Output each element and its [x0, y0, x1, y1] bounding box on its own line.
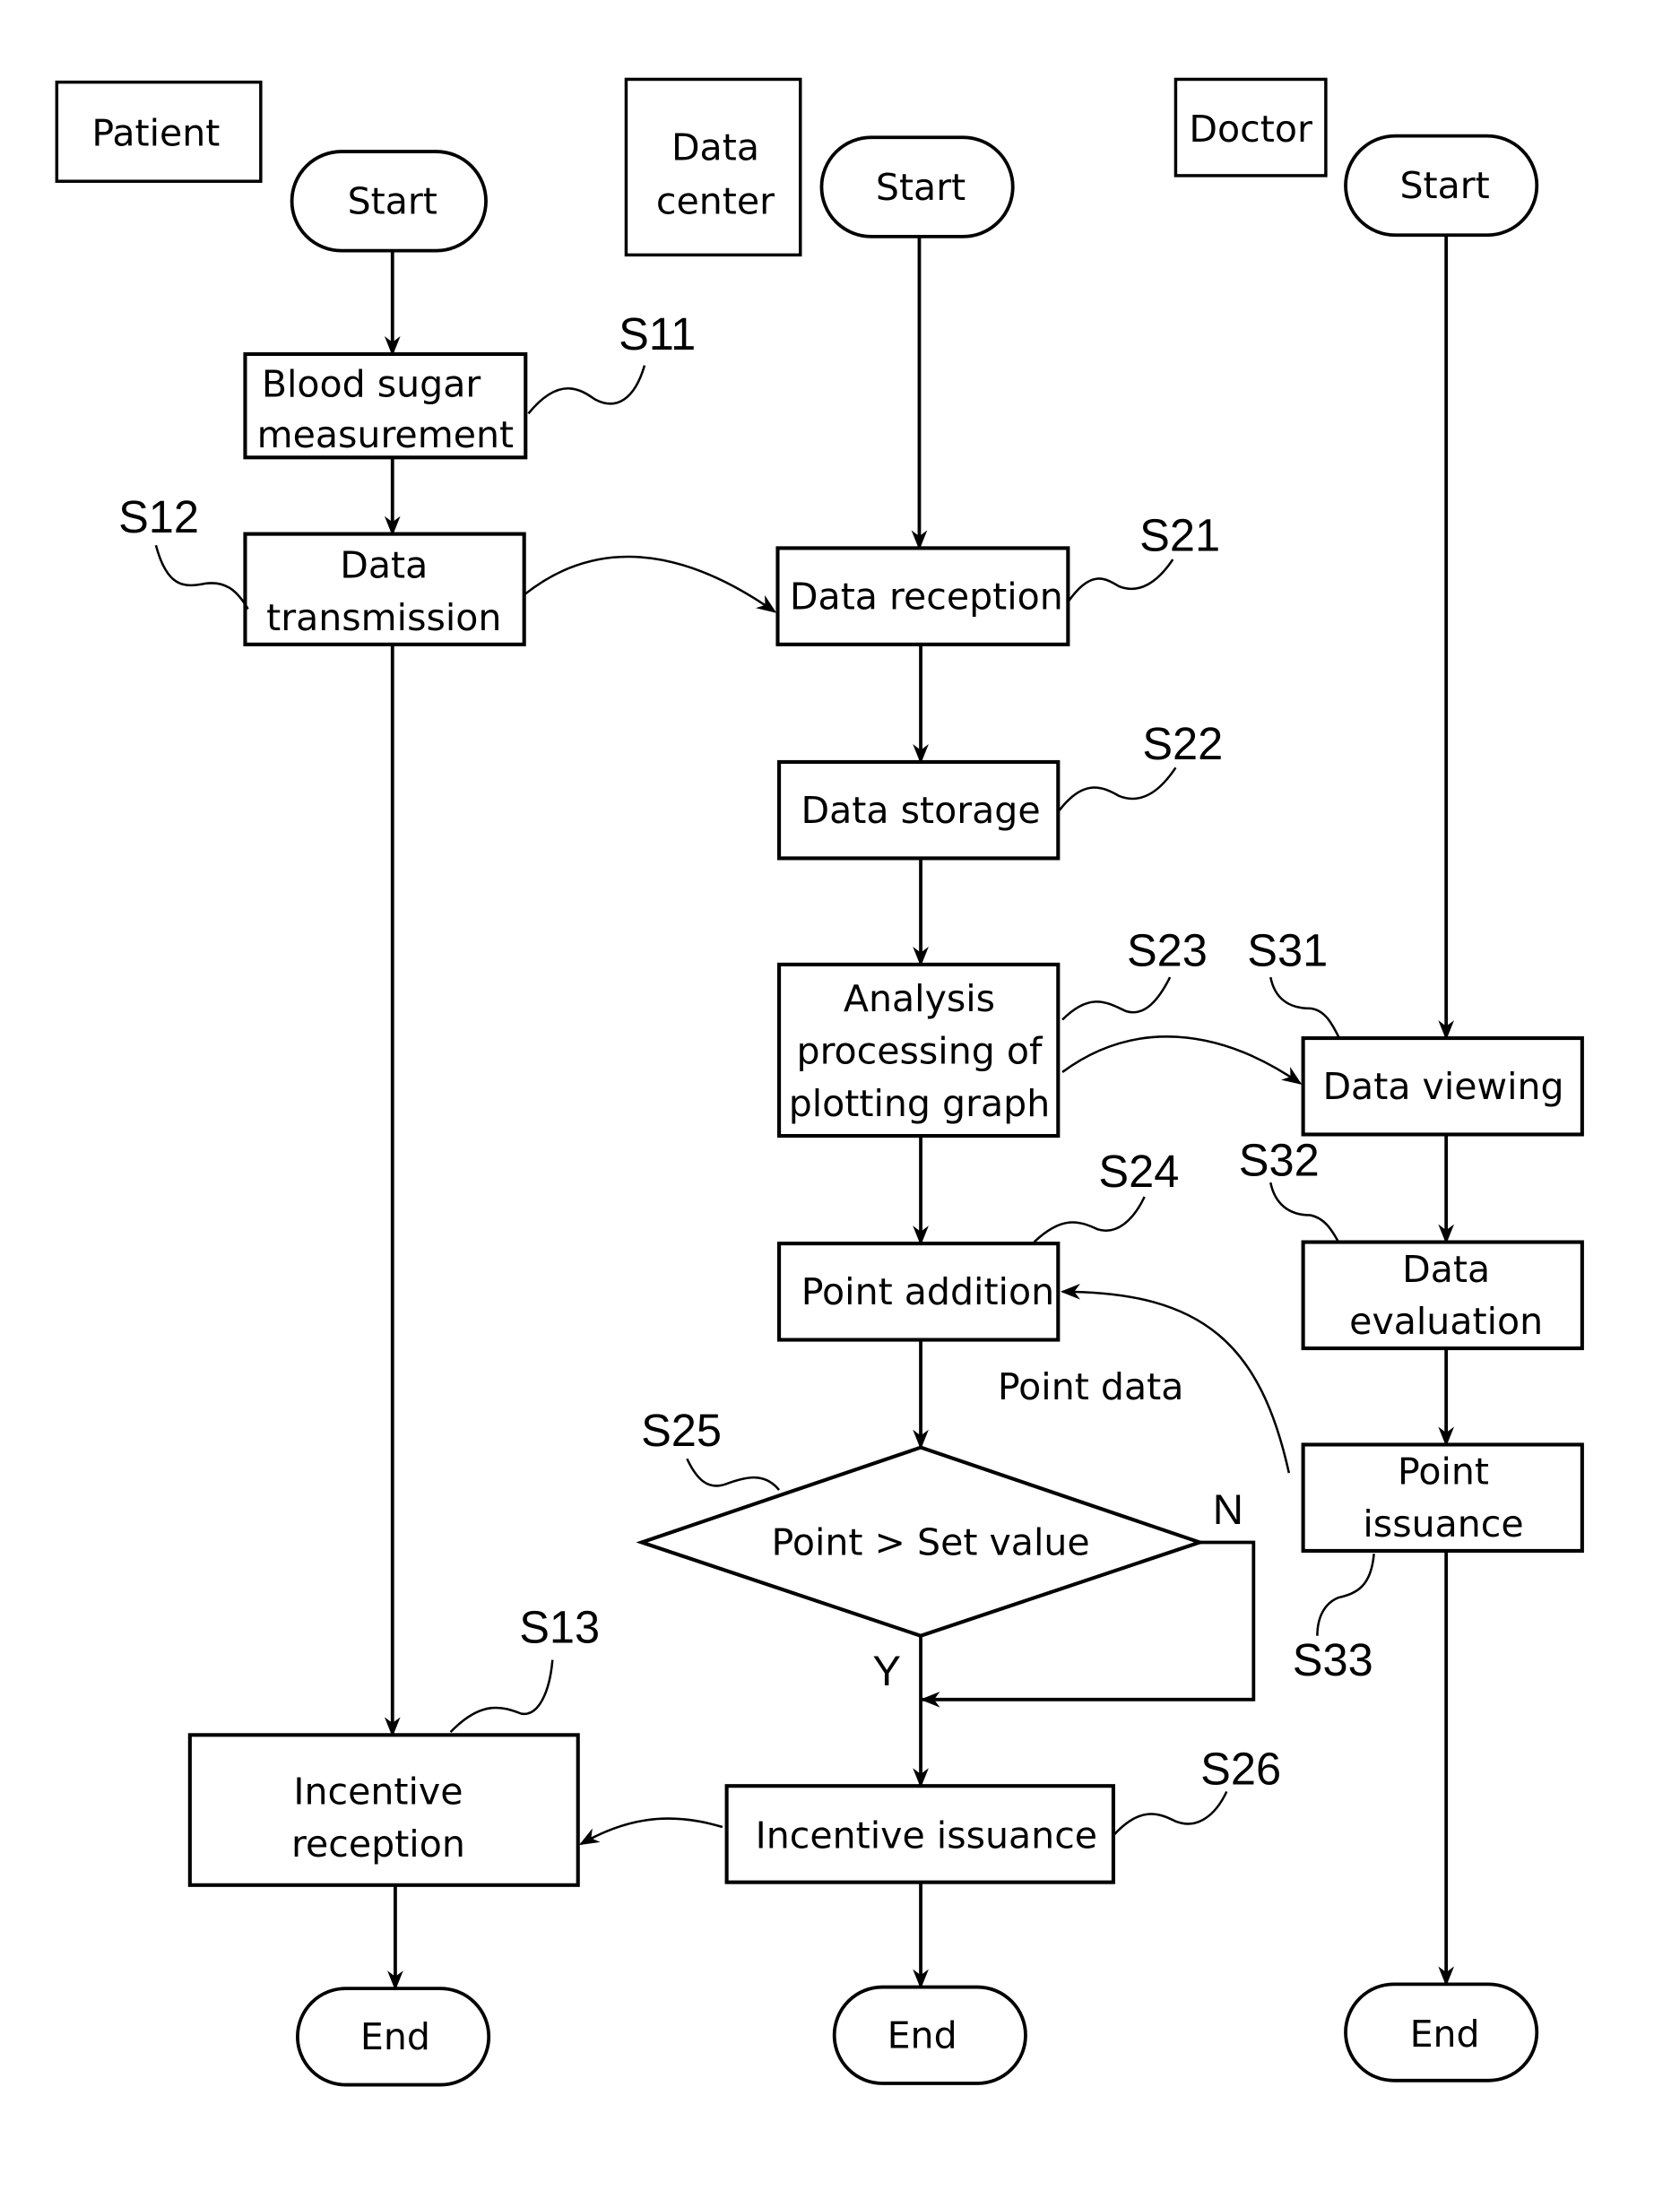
start-doctor: Start	[1344, 134, 1539, 238]
leader-s33	[1316, 1553, 1375, 1636]
step-id-s21: S21	[1139, 510, 1220, 561]
step-s13-label: Incentive	[293, 1771, 463, 1814]
step-id-s32: S32	[1239, 1134, 1320, 1185]
step-s21-label: Data reception	[790, 575, 1063, 618]
step-s23-label-2: processing of	[797, 1029, 1044, 1072]
step-s25-decision: Point > Set value	[636, 1445, 1206, 1638]
lane-label-doctor: Doctor	[1189, 108, 1312, 151]
step-s26-incentive-issuance: Incentive issuance	[724, 1784, 1115, 1884]
leader-s22	[1058, 766, 1177, 811]
step-s11-blood-sugar-measurement: Blood sugar measurement	[243, 351, 528, 460]
step-id-s11: S11	[619, 308, 696, 359]
leader-s31	[1269, 976, 1340, 1038]
step-s11-label-2: measurement	[257, 413, 514, 456]
step-id-s24: S24	[1098, 1146, 1179, 1197]
step-s32-data-evaluation: Data evaluation	[1301, 1240, 1584, 1351]
step-s26-label: Incentive issuance	[756, 1814, 1097, 1857]
step-s21-data-reception: Data reception	[775, 546, 1070, 646]
step-s32-label-2: evaluation	[1349, 1300, 1543, 1343]
step-s31-data-viewing: Data viewing	[1301, 1035, 1584, 1137]
flowchart: Patient Data center Doctor Start Start S…	[55, 77, 1584, 2087]
lane-header-patient: Patient	[55, 80, 263, 183]
step-id-s33: S33	[1293, 1634, 1373, 1685]
start-patient: Start	[290, 150, 488, 253]
leader-s25	[686, 1458, 781, 1491]
leader-s32	[1269, 1182, 1340, 1243]
step-s13-incentive-reception: Incentive reception	[187, 1733, 580, 1887]
end-patient: End	[296, 1987, 491, 2087]
step-s23-label: Analysis	[844, 977, 995, 1020]
step-s22-label: Data storage	[801, 789, 1041, 832]
step-id-s31: S31	[1247, 924, 1328, 975]
step-id-s13: S13	[519, 1602, 600, 1653]
step-id-s22: S22	[1142, 718, 1223, 769]
step-s33-label: Point	[1398, 1450, 1489, 1494]
step-s12-data-transmission: Data transmission	[243, 532, 526, 646]
end-label: End	[1410, 2013, 1480, 2056]
step-s33-point-issuance: Point issuance	[1301, 1442, 1584, 1553]
branch-label-no: N	[1213, 1486, 1243, 1534]
start-label: Start	[348, 180, 437, 223]
step-s32-label: Data	[1402, 1248, 1490, 1291]
end-doctor: End	[1344, 1982, 1539, 2082]
step-s22-data-storage: Data storage	[777, 759, 1061, 861]
step-s31-label: Data viewing	[1322, 1065, 1563, 1108]
step-s12-label-2: transmission	[266, 596, 501, 639]
step-s23-label-3: plotting graph	[789, 1082, 1051, 1125]
step-id-s26: S26	[1200, 1744, 1281, 1795]
step-s24-point-addition: Point addition	[777, 1242, 1061, 1342]
lane-header-data-center: Data center	[624, 77, 802, 257]
step-s23-analysis-processing: Analysis processing of plotting graph	[777, 962, 1061, 1139]
step-s12-label: Data	[340, 544, 428, 587]
lane-label-data-center-2: center	[656, 180, 775, 223]
leader-s12	[154, 544, 249, 610]
step-s25-label: Point > Set value	[772, 1521, 1090, 1564]
leader-s11	[527, 365, 646, 415]
start-label: Start	[1399, 164, 1489, 207]
start-label: Start	[876, 166, 966, 209]
leader-s26	[1112, 1790, 1228, 1837]
arrow-s26-to-s13	[578, 1817, 723, 1846]
leader-s21	[1067, 558, 1174, 603]
step-s24-label: Point addition	[801, 1270, 1054, 1313]
lane-label-data-center: Data	[671, 126, 759, 169]
branch-label-yes: Y	[872, 1648, 901, 1695]
leader-s23	[1061, 976, 1172, 1021]
end-label: End	[360, 2015, 430, 2058]
arrow-s23-to-s31	[1061, 1035, 1303, 1085]
leader-s13	[449, 1659, 554, 1734]
start-data-center: Start	[819, 135, 1015, 238]
step-s11-label: Blood sugar	[262, 362, 481, 405]
step-s33-label-2: issuance	[1363, 1502, 1523, 1546]
step-id-s12: S12	[118, 491, 199, 542]
end-data-center: End	[832, 1985, 1027, 2085]
arrow-s12-to-s21	[523, 555, 777, 613]
step-id-s23: S23	[1127, 924, 1208, 975]
lane-label-patient: Patient	[91, 112, 220, 155]
lane-header-doctor: Doctor	[1173, 77, 1328, 178]
end-label: End	[888, 2013, 957, 2056]
leader-s24	[1033, 1196, 1146, 1243]
step-s13-label-2: reception	[291, 1823, 465, 1866]
annotation-point-data: Point data	[998, 1365, 1184, 1408]
step-id-s25: S25	[641, 1405, 722, 1456]
